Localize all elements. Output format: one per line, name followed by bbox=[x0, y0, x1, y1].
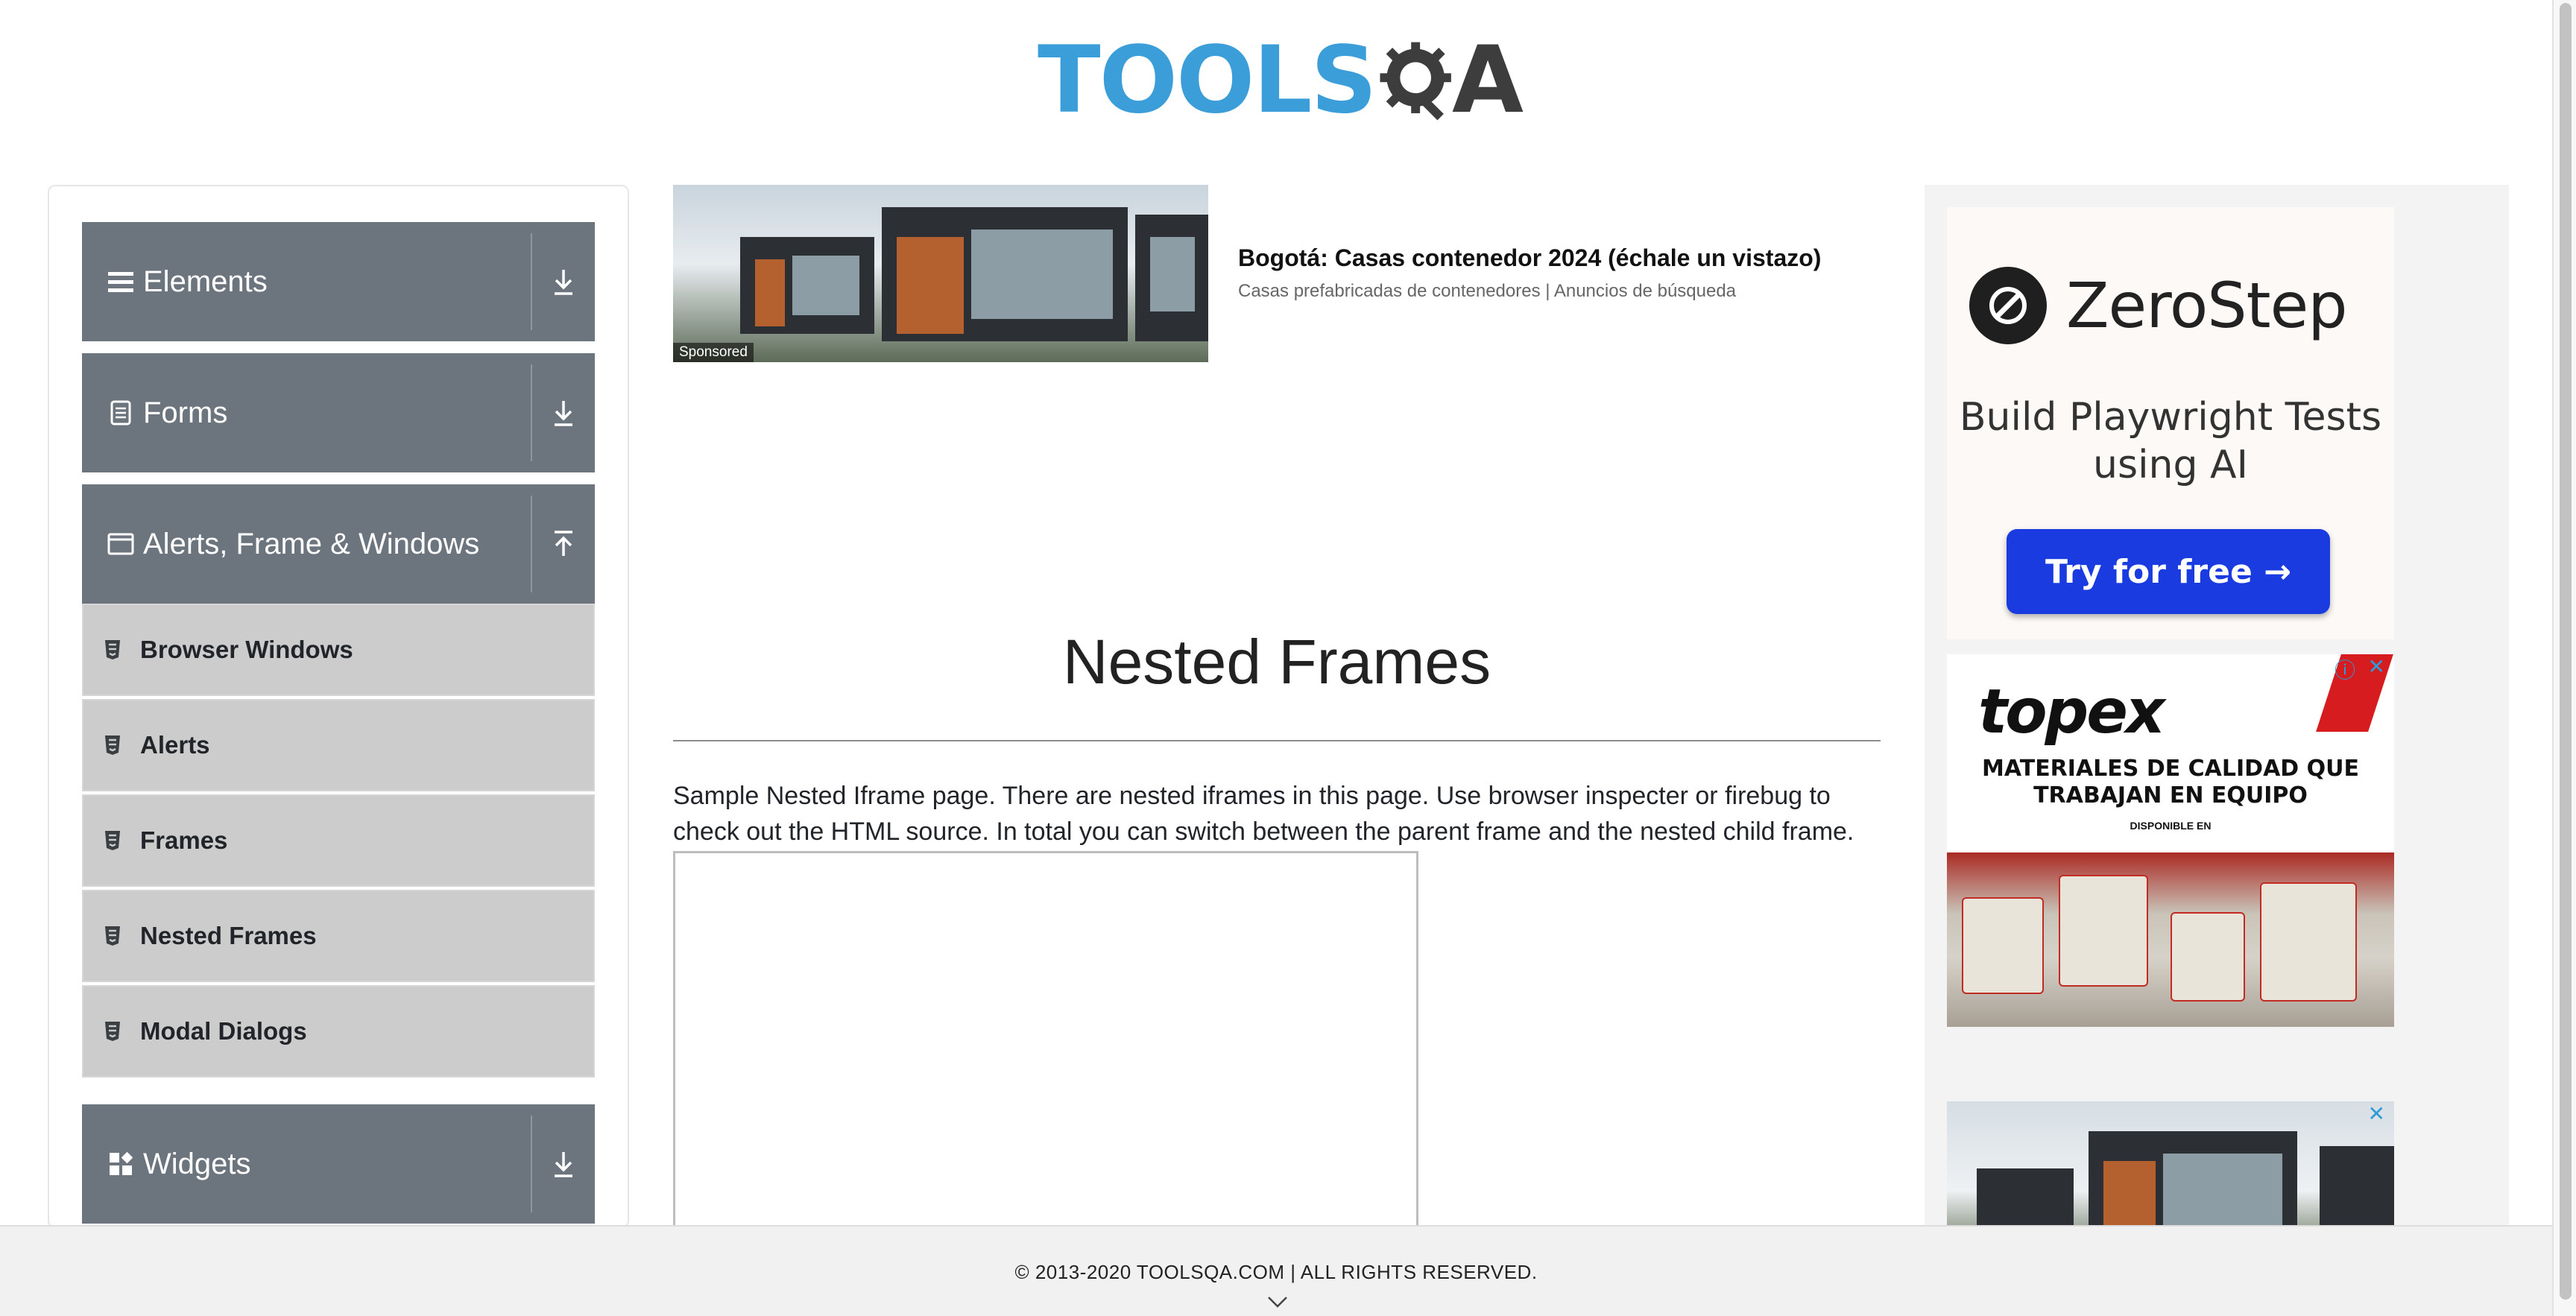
page-description: Sample Nested Iframe page. There are nes… bbox=[673, 782, 1854, 846]
toolsqa-logo[interactable]: TOOLS A bbox=[1038, 21, 1524, 140]
sidebar-item-browser-windows[interactable]: Browser Windows bbox=[82, 604, 595, 696]
footer-copyright: © 2013-2020 TOOLSQA.COM | ALL RIGHTS RES… bbox=[1014, 1261, 1538, 1283]
left-sidebar: Elements Forms Alerts, Frame & Windows B… bbox=[48, 185, 629, 1228]
right-ad-column: ZeroStep Build Playwright Tests using AI… bbox=[1925, 185, 2509, 1250]
sidebar-item-label: Frames bbox=[140, 826, 228, 854]
topex-available-text: DISPONIBLE EN bbox=[2130, 820, 2212, 832]
zerostep-ad[interactable]: ZeroStep Build Playwright Tests using AI… bbox=[1947, 207, 2394, 639]
sidebar-item-label: Nested Frames bbox=[140, 922, 317, 949]
gear-magnifier-icon bbox=[1380, 42, 1451, 121]
sidebar-group-widgets[interactable]: Widgets bbox=[82, 1104, 595, 1224]
try-for-free-button[interactable]: Try for free → bbox=[2007, 529, 2330, 614]
sidebar-item-label: Modal Dialogs bbox=[140, 1017, 307, 1045]
topex-ad[interactable]: ⓘ ✕ topex MATERIALES DE CALIDAD QUE TRAB… bbox=[1947, 654, 2394, 1027]
html5-icon bbox=[104, 926, 127, 946]
logo-qa-text: A bbox=[1452, 27, 1524, 134]
zerostep-tagline: Build Playwright Tests using AI bbox=[1959, 395, 2382, 487]
sidebar-group-forms[interactable]: Forms bbox=[82, 353, 595, 472]
page-scrollbar[interactable] bbox=[2552, 0, 2576, 1316]
html5-icon bbox=[104, 735, 127, 756]
sidebar-item-alerts[interactable]: Alerts bbox=[82, 699, 595, 791]
zerostep-logo-icon bbox=[1969, 267, 2047, 344]
collapse-up-icon[interactable] bbox=[532, 529, 595, 559]
hamburger-icon bbox=[106, 271, 136, 293]
expand-down-icon[interactable] bbox=[532, 1149, 595, 1179]
ad-info-icon[interactable]: ⓘ bbox=[2334, 654, 2355, 684]
html5-icon bbox=[104, 830, 127, 851]
zerostep-logo: ZeroStep bbox=[1969, 267, 2348, 344]
footer: © 2013-2020 TOOLSQA.COM | ALL RIGHTS RES… bbox=[0, 1225, 2552, 1316]
sidebar-group-alerts-frame-windows[interactable]: Alerts, Frame & Windows bbox=[82, 484, 595, 604]
window-icon bbox=[106, 532, 136, 556]
sidebar-group-label: Alerts, Frame & Windows bbox=[143, 527, 480, 560]
ad-subtitle: Casas prefabricadas de contenedores | An… bbox=[1238, 281, 1737, 301]
topex-headline: MATERIALES DE CALIDAD QUE TRABAJAN EN EQ… bbox=[1981, 756, 2359, 809]
sidebar-item-frames[interactable]: Frames bbox=[82, 794, 595, 887]
document-icon bbox=[106, 400, 136, 426]
sidebar-group-label: Forms bbox=[143, 396, 228, 429]
expand-down-icon[interactable] bbox=[532, 267, 595, 297]
sponsored-ad[interactable]: Sponsored Bogotá: Casas contenedor 2024 … bbox=[673, 185, 1881, 364]
expand-down-icon[interactable] bbox=[532, 398, 595, 428]
parent-iframe[interactable] bbox=[673, 851, 1418, 1239]
sidebar-group-label: Widgets bbox=[143, 1147, 251, 1180]
ad-text[interactable]: Bogotá: Casas contenedor 2024 (échale un… bbox=[1238, 244, 1821, 302]
widgets-icon bbox=[106, 1152, 136, 1176]
html5-icon bbox=[104, 1021, 127, 1042]
chevron-down-icon[interactable] bbox=[1267, 1295, 1288, 1309]
page-title: Nested Frames bbox=[1062, 627, 1491, 697]
ad-close-icon[interactable]: ✕ bbox=[2368, 1101, 2385, 1126]
scrollbar-thumb[interactable] bbox=[2560, 3, 2572, 1300]
ad-close-icon[interactable]: ✕ bbox=[2368, 654, 2385, 679]
topex-product-photo bbox=[1947, 852, 2394, 1027]
sidebar-item-label: Alerts bbox=[140, 731, 210, 759]
sidebar-group-label: Elements bbox=[143, 265, 268, 298]
sidebar-item-nested-frames[interactable]: Nested Frames bbox=[82, 890, 595, 982]
sidebar-item-label: Browser Windows bbox=[140, 636, 353, 663]
sponsored-badge: Sponsored bbox=[673, 343, 754, 362]
zerostep-name: ZeroStep bbox=[2066, 269, 2348, 342]
html5-icon bbox=[104, 639, 127, 660]
sidebar-item-modal-dialogs[interactable]: Modal Dialogs bbox=[82, 985, 595, 1078]
sidebar-group-elements[interactable]: Elements bbox=[82, 222, 595, 341]
topex-logo: topex bbox=[1978, 677, 2165, 747]
ad-title[interactable]: Bogotá: Casas contenedor 2024 (échale un… bbox=[1238, 244, 1821, 272]
logo-tools-text: TOOLS bbox=[1038, 27, 1377, 134]
ad-image[interactable]: Sponsored bbox=[673, 185, 1208, 362]
title-divider bbox=[673, 740, 1881, 741]
alerts-frame-windows-submenu: Browser Windows Alerts Frames Nested Fra… bbox=[82, 604, 595, 1081]
